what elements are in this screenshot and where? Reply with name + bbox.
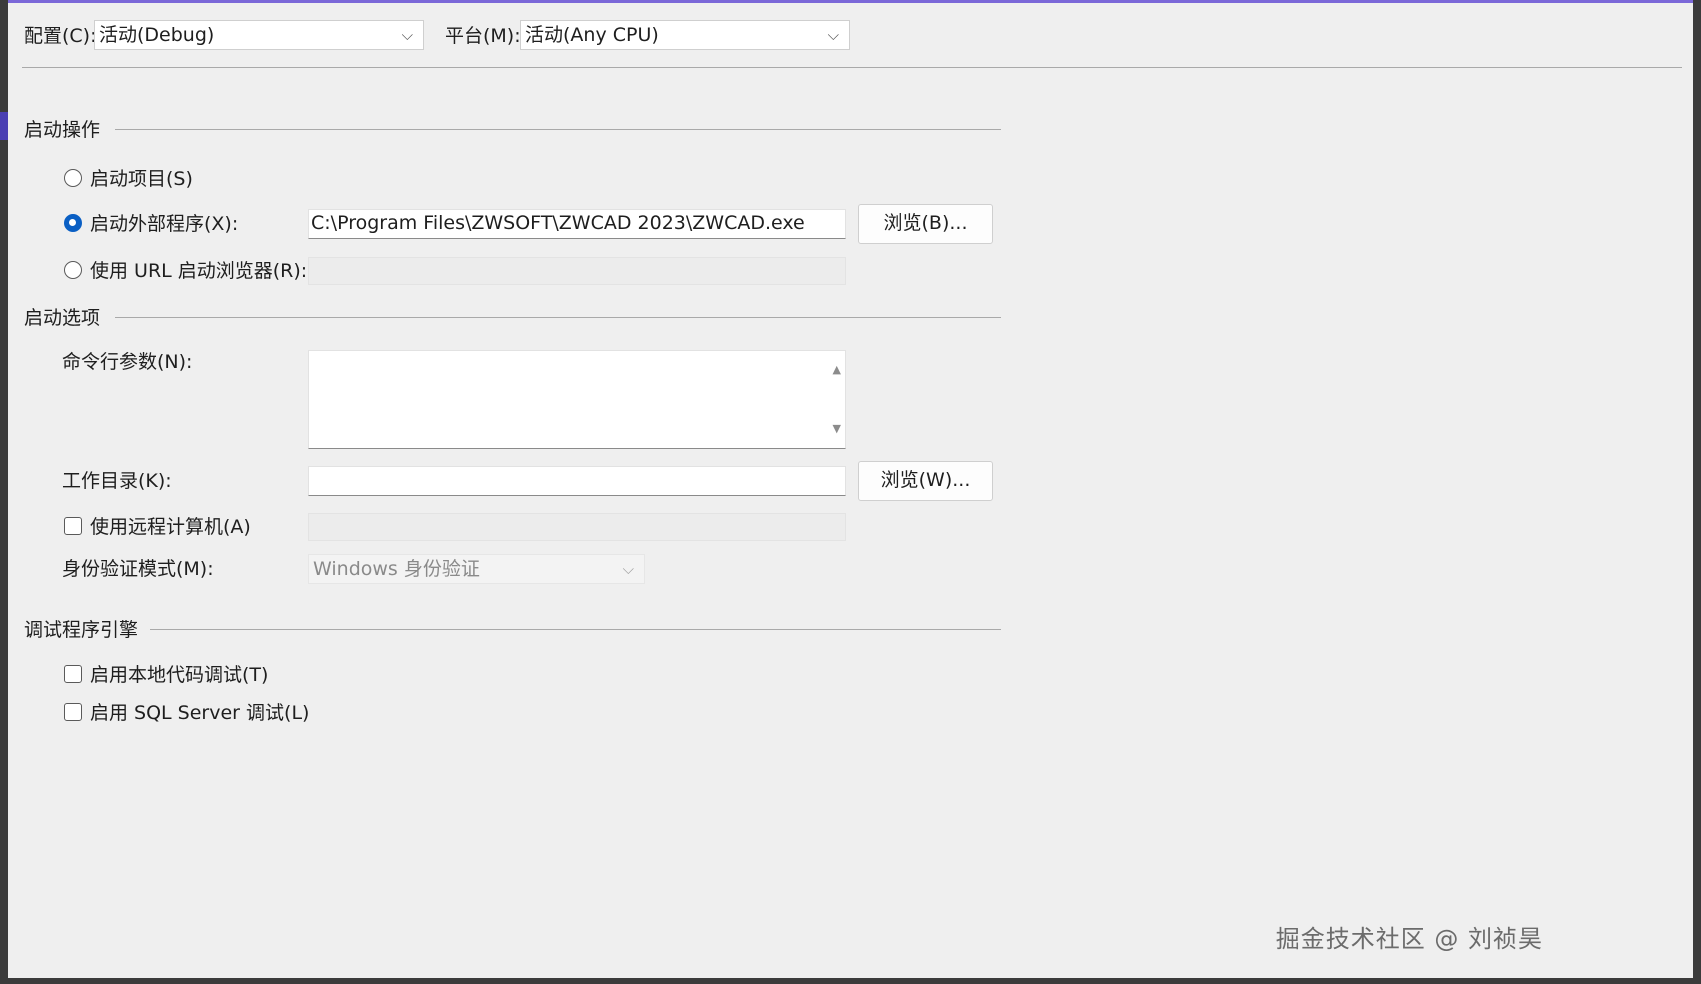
platform-value: 活动(Any CPU) bbox=[525, 24, 659, 46]
auth-mode-label: 身份验证模式(M): bbox=[62, 558, 214, 580]
cmd-args-textarea[interactable]: ▲ ▼ bbox=[308, 350, 846, 449]
section-divider bbox=[115, 317, 1001, 318]
platform-dropdown[interactable]: 活动(Any CPU) ⌵ bbox=[520, 20, 850, 50]
platform-label: 平台(M): bbox=[445, 25, 521, 47]
radio-start-url-label[interactable]: 使用 URL 启动浏览器(R): bbox=[90, 258, 307, 284]
scroll-up-icon[interactable]: ▲ bbox=[833, 357, 841, 383]
remote-machine-checkbox[interactable] bbox=[64, 517, 82, 535]
remote-machine-label[interactable]: 使用远程计算机(A) bbox=[90, 514, 251, 540]
section-divider bbox=[115, 129, 1001, 130]
section-title-start-options: 启动选项 bbox=[24, 307, 101, 329]
config-value: 活动(Debug) bbox=[99, 24, 215, 46]
external-program-path-input[interactable]: C:\Program Files\ZWSOFT\ZWCAD 2023\ZWCAD… bbox=[308, 209, 846, 239]
properties-panel: 配置(C): 活动(Debug) ⌵ 平台(M): 活动(Any CPU) ⌵ … bbox=[8, 0, 1693, 978]
section-divider bbox=[150, 629, 1001, 630]
chevron-down-icon: ⌵ bbox=[622, 560, 634, 578]
radio-start-external-label[interactable]: 启动外部程序(X): bbox=[90, 211, 238, 237]
native-debug-checkbox[interactable] bbox=[64, 665, 82, 683]
section-title-debug-engines: 调试程序引擎 bbox=[24, 619, 139, 641]
chevron-down-icon: ⌵ bbox=[401, 26, 413, 44]
remote-machine-input bbox=[308, 513, 846, 541]
workdir-label: 工作目录(K): bbox=[62, 470, 172, 492]
chevron-down-icon: ⌵ bbox=[827, 26, 839, 44]
native-debug-label[interactable]: 启用本地代码调试(T) bbox=[90, 662, 268, 688]
browse-b-button[interactable]: 浏览(B)... bbox=[858, 204, 993, 244]
auth-mode-value: Windows 身份验证 bbox=[313, 558, 480, 580]
workdir-input[interactable] bbox=[308, 466, 846, 496]
sql-debug-checkbox[interactable] bbox=[64, 703, 82, 721]
header-divider bbox=[22, 67, 1682, 68]
radio-start-external[interactable] bbox=[64, 214, 82, 232]
url-input bbox=[308, 257, 846, 285]
watermark: 掘金技术社区 @ 刘祯昊 bbox=[1275, 925, 1543, 953]
config-label: 配置(C): bbox=[24, 25, 97, 47]
scroll-down-icon[interactable]: ▼ bbox=[833, 416, 841, 442]
side-edge-marker bbox=[0, 112, 8, 140]
auth-mode-dropdown: Windows 身份验证 ⌵ bbox=[308, 554, 645, 584]
section-title-start-action: 启动操作 bbox=[24, 119, 101, 141]
radio-start-project-label[interactable]: 启动项目(S) bbox=[90, 166, 193, 192]
sql-debug-label[interactable]: 启用 SQL Server 调试(L) bbox=[90, 700, 309, 726]
browse-w-button[interactable]: 浏览(W)... bbox=[858, 461, 993, 501]
radio-start-url[interactable] bbox=[64, 261, 82, 279]
cmd-args-label: 命令行参数(N): bbox=[62, 351, 193, 373]
config-dropdown[interactable]: 活动(Debug) ⌵ bbox=[94, 20, 424, 50]
radio-start-project[interactable] bbox=[64, 169, 82, 187]
